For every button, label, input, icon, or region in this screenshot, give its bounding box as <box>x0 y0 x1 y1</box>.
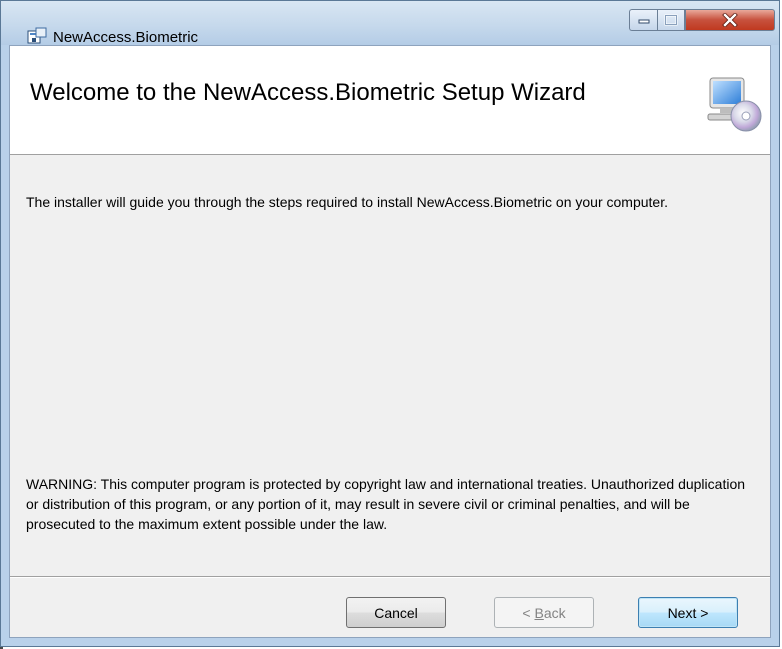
close-button[interactable] <box>685 9 775 31</box>
close-icon <box>722 13 738 27</box>
copyright-warning: WARNING: This computer program is protec… <box>26 476 746 532</box>
back-button-prefix: < <box>522 604 535 621</box>
page-title: Welcome to the NewAccess.Biometric Setup… <box>30 79 586 106</box>
computer-cd-icon <box>706 74 762 132</box>
minimize-button[interactable] <box>629 9 657 31</box>
maximize-button[interactable] <box>657 9 685 31</box>
next-button[interactable]: Next > <box>638 597 738 628</box>
wizard-header: Welcome to the NewAccess.Biometric Setup… <box>10 46 770 155</box>
title-bar[interactable]: NewAccess.Biometric <box>1 1 779 46</box>
button-separator <box>10 576 770 578</box>
cancel-button[interactable]: Cancel <box>346 597 446 628</box>
installer-window: NewAccess.Biometric Welcome to the NewAc… <box>0 0 780 647</box>
window-title: NewAccess.Biometric <box>53 29 199 46</box>
installer-icon <box>27 27 47 45</box>
dialog-client-area: Welcome to the NewAccess.Biometric Setup… <box>9 45 771 638</box>
maximize-icon <box>664 14 678 26</box>
minimize-icon <box>638 19 649 24</box>
back-button[interactable]: < Back <box>494 597 594 628</box>
back-button-rest: ack <box>543 604 566 621</box>
intro-text: The installer will guide you through the… <box>26 194 668 210</box>
back-button-accelerator: B <box>534 604 544 621</box>
